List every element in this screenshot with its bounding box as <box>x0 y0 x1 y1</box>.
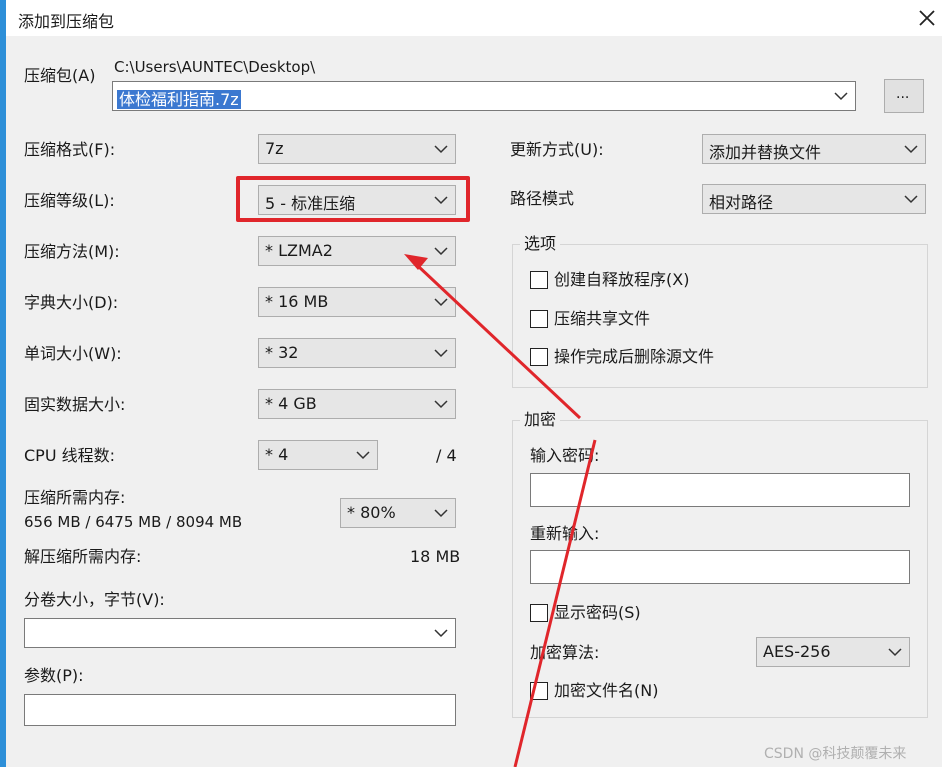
dict-value: * 16 MB <box>265 292 329 311</box>
sfx-checkbox[interactable] <box>530 271 548 289</box>
solid-label: 固实数据大小: <box>24 395 126 414</box>
chevron-down-icon <box>434 247 448 256</box>
close-button[interactable] <box>911 4 942 32</box>
encryption-method-value: AES-256 <box>763 642 831 661</box>
volume-label: 分卷大小，字节(V): <box>24 590 165 609</box>
window-title: 添加到压缩包 <box>18 12 115 31</box>
solid-select[interactable]: * 4 GB <box>258 389 456 419</box>
word-value: * 32 <box>265 343 299 362</box>
params-input[interactable] <box>24 694 456 726</box>
format-value: 7z <box>265 139 284 158</box>
password-label: 输入密码: <box>530 446 600 465</box>
title-bar: 添加到压缩包 <box>6 0 942 36</box>
dict-select[interactable]: * 16 MB <box>258 287 456 317</box>
mem-decompress-value: 18 MB <box>410 547 461 566</box>
encrypt-names-checkbox[interactable] <box>530 682 548 700</box>
delete-after-checkbox[interactable] <box>530 348 548 366</box>
delete-after-checkbox-label: 操作完成后删除源文件 <box>554 347 715 366</box>
chevron-down-icon <box>434 349 448 358</box>
shared-files-checkbox-label: 压缩共享文件 <box>554 309 651 328</box>
format-label: 压缩格式(F): <box>24 140 116 159</box>
chevron-down-icon <box>904 145 918 154</box>
sfx-checkbox-label: 创建自释放程序(X) <box>554 270 690 289</box>
browse-button-label: ... <box>896 86 910 102</box>
mem-decompress-label: 解压缩所需内存: <box>24 547 142 566</box>
chevron-down-icon <box>888 648 902 657</box>
chevron-down-icon <box>434 629 448 638</box>
chevron-down-icon <box>356 451 370 460</box>
method-select[interactable]: * LZMA2 <box>258 236 456 266</box>
chevron-down-icon <box>434 145 448 154</box>
chevron-down-icon <box>904 195 918 204</box>
mem-usage-value: * 80% <box>347 503 396 522</box>
watermark: CSDN @科技颠覆未来 <box>764 746 907 762</box>
password-input[interactable] <box>530 473 910 507</box>
level-label: 压缩等级(L): <box>24 191 115 210</box>
mem-compress-detail: 656 MB / 6475 MB / 8094 MB <box>24 513 243 531</box>
chevron-down-icon <box>834 92 848 101</box>
close-icon <box>919 10 935 26</box>
archive-label: 压缩包(A) <box>24 66 96 85</box>
update-mode-select[interactable]: 添加并替换文件 <box>702 134 926 164</box>
encryption-method-label: 加密算法: <box>530 643 600 662</box>
archive-path: C:\Users\AUNTEC\Desktop\ <box>114 58 316 76</box>
mem-compress-label: 压缩所需内存: <box>24 488 126 507</box>
solid-value: * 4 GB <box>265 394 317 413</box>
encryption-method-select[interactable]: AES-256 <box>756 637 910 667</box>
chevron-down-icon <box>434 509 448 518</box>
reenter-label: 重新输入: <box>530 524 600 543</box>
threads-select[interactable]: * 4 <box>258 440 378 470</box>
params-label: 参数(P): <box>24 666 84 685</box>
encryption-group-title: 加密 <box>520 410 561 430</box>
archive-name-combo[interactable]: 体检福利指南.7z <box>112 81 856 111</box>
shared-files-checkbox[interactable] <box>530 310 548 328</box>
reenter-password-input[interactable] <box>530 550 910 584</box>
path-mode-value: 相对路径 <box>709 193 774 212</box>
update-mode-value: 添加并替换文件 <box>709 143 822 162</box>
chevron-down-icon <box>434 298 448 307</box>
show-password-label: 显示密码(S) <box>554 603 641 622</box>
show-password-checkbox[interactable] <box>530 604 548 622</box>
annotation-highlight-box <box>236 176 470 222</box>
word-label: 单词大小(W): <box>24 344 122 363</box>
dict-label: 字典大小(D): <box>24 293 119 312</box>
window-frame <box>0 0 6 767</box>
chevron-down-icon <box>434 400 448 409</box>
method-label: 压缩方法(M): <box>24 242 120 261</box>
update-mode-label: 更新方式(U): <box>510 140 604 159</box>
threads-value: * 4 <box>265 445 289 464</box>
mem-usage-select[interactable]: * 80% <box>340 498 456 528</box>
browse-button[interactable]: ... <box>884 79 924 113</box>
threads-label: CPU 线程数: <box>24 446 116 465</box>
path-mode-select[interactable]: 相对路径 <box>702 184 926 214</box>
volume-select[interactable] <box>24 618 456 648</box>
archive-filename: 体检福利指南.7z <box>117 90 241 109</box>
threads-max: / 4 <box>436 446 457 465</box>
method-value: * LZMA2 <box>265 241 333 260</box>
format-select[interactable]: 7z <box>258 134 456 164</box>
options-group-title: 选项 <box>520 234 561 254</box>
encrypt-names-label: 加密文件名(N) <box>554 681 659 700</box>
path-mode-label: 路径模式 <box>510 189 575 208</box>
word-select[interactable]: * 32 <box>258 338 456 368</box>
